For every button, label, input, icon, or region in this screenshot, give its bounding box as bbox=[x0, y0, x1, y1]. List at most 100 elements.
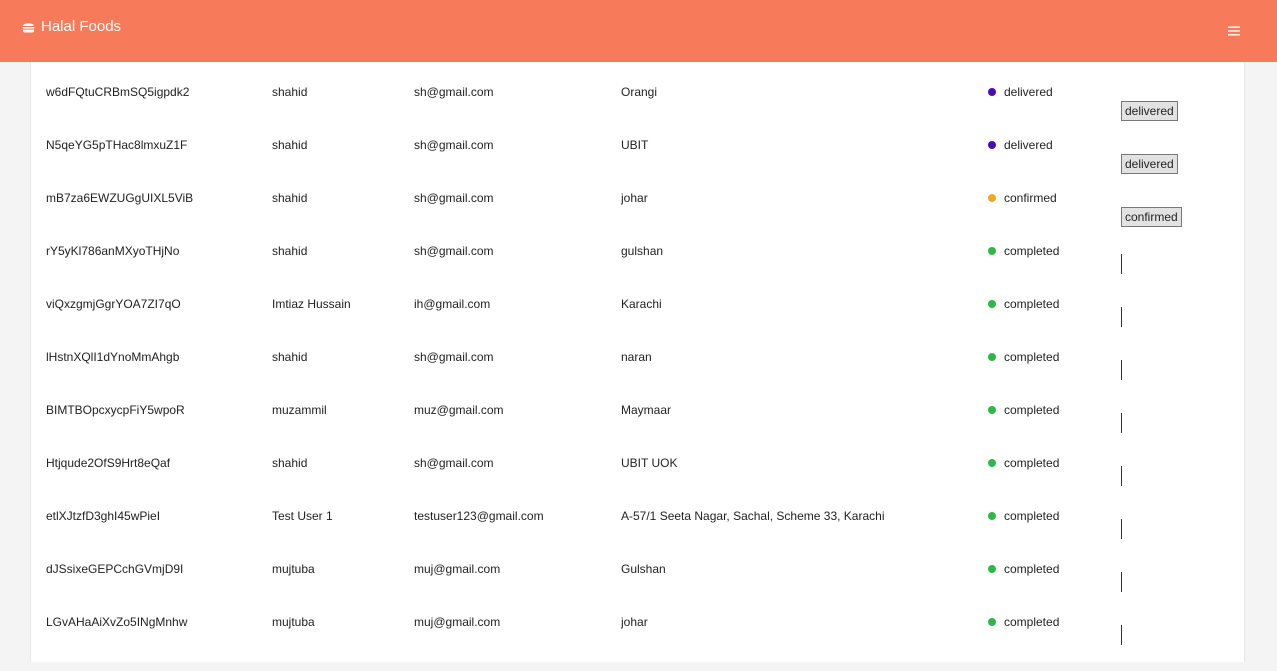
customer-name: shahid bbox=[272, 85, 308, 99]
customer-name: shahid bbox=[272, 350, 308, 364]
hamburger-menu-icon bbox=[1228, 26, 1240, 36]
order-id: dJSsixeGEPCchGVmjD9I bbox=[46, 562, 184, 576]
orders-table: w6dFQtuCRBmSQ5igpdk2 shahid sh@gmail.com Or… bbox=[30, 62, 1245, 662]
table-row: viQxzgmjGgrYOA7ZI7qO Imtiaz Hussain ih@gma… bbox=[31, 274, 1246, 327]
order-id: viQxzgmjGgrYOA7ZI7qO bbox=[46, 297, 181, 311]
brand-name: Halal Foods bbox=[41, 18, 122, 35]
table-row: N5qeYG5pTHac8lmxuZ1F shahid sh@gmail.com UB… bbox=[31, 115, 1246, 174]
order-id: rY5yKl786anMXyoTHjNo bbox=[46, 244, 180, 258]
status-dot-icon bbox=[988, 194, 996, 202]
delivery-address: A-57/1 Seeta Nagar, Sachal, Scheme 33, K… bbox=[621, 509, 885, 523]
delivery-address: naran bbox=[621, 350, 652, 364]
customer-name: shahid bbox=[272, 244, 308, 258]
order-status: completed bbox=[988, 221, 1059, 281]
status-label: completed bbox=[1004, 350, 1060, 364]
status-label: completed bbox=[1004, 456, 1060, 470]
status-label: completed bbox=[1004, 615, 1060, 629]
table-row: Htjqude2OfS9Hrt8eQaf shahid sh@gmail.com UB… bbox=[31, 433, 1246, 486]
table-row: BIMTBOpcxycpFiY5wpoR muzammil muz@gmail.co… bbox=[31, 380, 1246, 433]
customer-email: sh@gmail.com bbox=[414, 85, 494, 99]
order-id: mB7za6EWZUGgUIXL5ViB bbox=[46, 191, 194, 205]
order-status: completed bbox=[988, 539, 1059, 599]
customer-name: mujtuba bbox=[272, 615, 315, 629]
status-dot-icon bbox=[988, 512, 996, 520]
status-dot-icon bbox=[988, 618, 996, 626]
customer-name: Test User 1 bbox=[272, 509, 333, 523]
order-status: delivered bbox=[988, 62, 1053, 122]
order-status: completed bbox=[988, 274, 1059, 334]
status-dot-icon bbox=[988, 406, 996, 414]
delivery-address: johar bbox=[621, 615, 648, 629]
status-select[interactable] bbox=[1121, 360, 1123, 380]
customer-name: shahid bbox=[272, 456, 308, 470]
status-select[interactable] bbox=[1121, 625, 1123, 645]
customer-email: sh@gmail.com bbox=[414, 456, 494, 470]
table-row: w6dFQtuCRBmSQ5igpdk2 shahid sh@gmail.com Or… bbox=[31, 62, 1246, 121]
customer-email: sh@gmail.com bbox=[414, 244, 494, 258]
status-dot-icon bbox=[988, 353, 996, 361]
status-label: completed bbox=[1004, 562, 1060, 576]
order-status: completed bbox=[988, 592, 1059, 652]
brand-link[interactable]: Halal Foods bbox=[22, 18, 121, 35]
status-dot-icon bbox=[988, 459, 996, 467]
order-id: LGvAHaAiXvZo5INgMnhw bbox=[46, 615, 188, 629]
table-row: mB7za6EWZUGgUIXL5ViB shahid sh@gmail.com jo… bbox=[31, 168, 1246, 227]
delivery-address: gulshan bbox=[621, 244, 664, 258]
customer-email: testuser123@gmail.com bbox=[414, 509, 544, 523]
customer-name: mujtuba bbox=[272, 562, 315, 576]
customer-email: muj@gmail.com bbox=[414, 562, 501, 576]
status-label: confirmed bbox=[1004, 191, 1057, 205]
status-select[interactable] bbox=[1121, 254, 1123, 274]
order-id: w6dFQtuCRBmSQ5igpdk2 bbox=[46, 85, 190, 99]
table-row: lHstnXQlI1dYnoMmAhgb shahid sh@gmail.com na… bbox=[31, 327, 1246, 380]
status-label: completed bbox=[1004, 297, 1060, 311]
status-select[interactable] bbox=[1121, 572, 1123, 592]
customer-email: sh@gmail.com bbox=[414, 350, 494, 364]
customer-name: shahid bbox=[272, 138, 308, 152]
status-select[interactable] bbox=[1121, 413, 1123, 433]
table-row: rY5yKl786anMXyoTHjNo shahid sh@gmail.com gu… bbox=[31, 221, 1246, 274]
status-dot-icon bbox=[988, 565, 996, 573]
status-dot-icon bbox=[988, 300, 996, 308]
burger-icon bbox=[22, 22, 35, 32]
status-select[interactable] bbox=[1121, 519, 1123, 539]
customer-email: sh@gmail.com bbox=[414, 191, 494, 205]
order-id: etlXJtzfD3ghI45wPieI bbox=[46, 509, 161, 523]
delivery-address: Karachi bbox=[621, 297, 662, 311]
status-label: delivered bbox=[1004, 138, 1053, 152]
customer-name: muzammil bbox=[272, 403, 327, 417]
delivery-address: Maymaar bbox=[621, 403, 672, 417]
customer-name: shahid bbox=[272, 191, 308, 205]
order-status: completed bbox=[988, 433, 1059, 493]
status-label: completed bbox=[1004, 403, 1060, 417]
table-row: dJSsixeGEPCchGVmjD9I mujtuba muj@gmail.com… bbox=[31, 539, 1246, 592]
order-id: BIMTBOpcxycpFiY5wpoR bbox=[46, 403, 185, 417]
order-id: N5qeYG5pTHac8lmxuZ1F bbox=[46, 138, 188, 152]
status-label: completed bbox=[1004, 244, 1060, 258]
order-status: completed bbox=[988, 327, 1059, 387]
order-status: completed bbox=[988, 380, 1059, 440]
order-status: confirmed bbox=[988, 168, 1057, 228]
delivery-address: johar bbox=[621, 191, 648, 205]
order-id: lHstnXQlI1dYnoMmAhgb bbox=[46, 350, 180, 364]
order-status: delivered bbox=[988, 115, 1053, 175]
delivery-address: Orangi bbox=[621, 85, 658, 99]
table-row: etlXJtzfD3ghI45wPieI Test User 1 testuser1… bbox=[31, 486, 1246, 539]
status-dot-icon bbox=[988, 141, 996, 149]
delivery-address: UBIT bbox=[621, 138, 649, 152]
top-navbar: Halal Foods bbox=[0, 0, 1277, 62]
customer-name: Imtiaz Hussain bbox=[272, 297, 351, 311]
delivery-address: UBIT UOK bbox=[621, 456, 678, 470]
status-dot-icon bbox=[988, 88, 996, 96]
order-status: completed bbox=[988, 486, 1059, 546]
table-row: LGvAHaAiXvZo5INgMnhw mujtuba muj@gmail.com… bbox=[31, 592, 1246, 645]
status-label: delivered bbox=[1004, 85, 1053, 99]
customer-email: muz@gmail.com bbox=[414, 403, 504, 417]
menu-toggle-button[interactable] bbox=[1228, 24, 1240, 36]
delivery-address: Gulshan bbox=[621, 562, 666, 576]
customer-email: muj@gmail.com bbox=[414, 615, 501, 629]
status-select[interactable] bbox=[1121, 307, 1123, 327]
status-dot-icon bbox=[988, 247, 996, 255]
status-select[interactable] bbox=[1121, 466, 1123, 486]
customer-email: ih@gmail.com bbox=[414, 297, 491, 311]
